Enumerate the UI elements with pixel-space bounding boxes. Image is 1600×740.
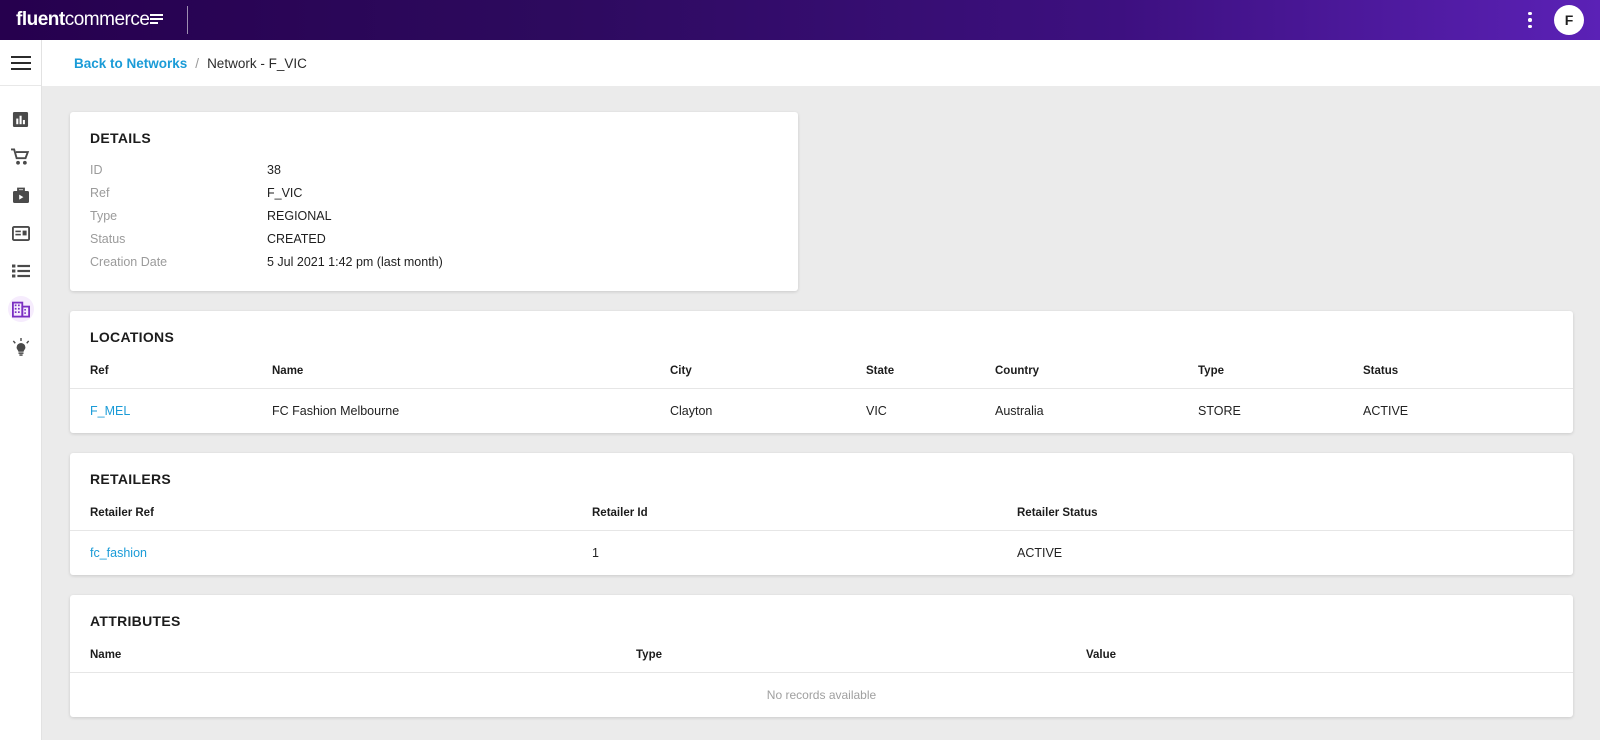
- detail-row: Creation Date 5 Jul 2021 1:42 pm (last m…: [90, 250, 798, 273]
- location-status: ACTIVE: [1363, 404, 1409, 418]
- logo-text: fluentcommerce: [16, 9, 164, 31]
- detail-label: Ref: [90, 185, 110, 200]
- retailer-id: 1: [592, 546, 599, 560]
- retailers-table-header: Retailer Ref Retailer Id Retailer Status: [70, 487, 1573, 531]
- location-city: Clayton: [670, 404, 713, 418]
- retailers-card: RETAILERS Retailer Ref Retailer Id Retai…: [70, 453, 1573, 575]
- detail-row: Status CREATED: [90, 227, 798, 250]
- detail-value: CREATED: [267, 231, 326, 246]
- column-header-retailer-id: Retailer Id: [592, 506, 648, 519]
- sidebar-item-inventory[interactable]: [0, 214, 41, 252]
- sidebar-item-networks[interactable]: [0, 290, 41, 328]
- list-icon: [8, 258, 34, 284]
- avatar-initial: F: [1564, 12, 1574, 28]
- location-type: STORE: [1198, 404, 1241, 418]
- table-row[interactable]: fc_fashion 1 ACTIVE: [70, 531, 1573, 575]
- column-header-state: State: [866, 364, 895, 377]
- breadcrumb-separator: /: [195, 55, 200, 71]
- lightbulb-icon: [8, 334, 34, 360]
- header-actions: F: [1520, 5, 1600, 35]
- detail-label: ID: [90, 162, 103, 177]
- detail-label: Status: [90, 231, 126, 246]
- location-name: FC Fashion Melbourne: [272, 404, 400, 418]
- breadcrumb-back-link[interactable]: Back to Networks: [74, 56, 187, 71]
- retailer-ref-link[interactable]: fc_fashion: [90, 546, 592, 560]
- details-card: DETAILS ID 38 Ref F_VIC Type REGIONAL St…: [70, 112, 798, 291]
- detail-value: 5 Jul 2021 1:42 pm (last month): [267, 254, 443, 269]
- detail-row: ID 38: [90, 158, 798, 181]
- locations-card-title: LOCATIONS: [90, 329, 175, 345]
- locations-card: LOCATIONS Ref Name City State Country Ty…: [70, 311, 1573, 433]
- card-layout-icon: [8, 220, 34, 246]
- sidebar-item-catalogue[interactable]: [0, 252, 41, 290]
- detail-label: Creation Date: [90, 254, 168, 269]
- app-logo[interactable]: fluentcommerce: [0, 0, 164, 40]
- breadcrumb: Back to Networks / Network - F_VIC: [42, 40, 1600, 86]
- column-header-value: Value: [1086, 648, 1117, 661]
- detail-value: REGIONAL: [267, 208, 332, 223]
- sidebar-item-settings[interactable]: [0, 328, 41, 366]
- detail-value: F_VIC: [267, 185, 303, 200]
- logo-text-regular: commerce: [64, 9, 150, 30]
- location-ref-link[interactable]: F_MEL: [90, 404, 272, 418]
- main-content: DETAILS ID 38 Ref F_VIC Type REGIONAL St…: [42, 86, 1600, 740]
- column-header-city: City: [670, 364, 692, 377]
- sidebar-nav: [0, 86, 41, 366]
- column-header-retailer-ref: Retailer Ref: [90, 506, 154, 519]
- detail-label: Type: [90, 208, 118, 223]
- locations-table-header: Ref Name City State Country Type Status: [70, 345, 1573, 389]
- detail-row: Ref F_VIC: [90, 181, 798, 204]
- more-vertical-icon[interactable]: [1520, 9, 1540, 31]
- location-state: VIC: [866, 404, 887, 418]
- hamburger-menu-icon[interactable]: [0, 40, 41, 86]
- sidebar-item-fulfilments[interactable]: [0, 176, 41, 214]
- column-header-retailer-status: Retailer Status: [1017, 506, 1098, 519]
- details-list: ID 38 Ref F_VIC Type REGIONAL Status CRE…: [70, 146, 798, 273]
- reports-chart-icon: [8, 106, 34, 132]
- column-header-name: Name: [272, 364, 304, 377]
- column-header-ref: Ref: [90, 364, 109, 377]
- attributes-table-header: Name Type Value: [70, 629, 1573, 673]
- avatar[interactable]: F: [1554, 5, 1584, 35]
- retailer-status: ACTIVE: [1017, 546, 1063, 560]
- column-header-status: Status: [1363, 364, 1399, 377]
- logo-text-bold: fluent: [16, 9, 65, 30]
- table-row[interactable]: F_MEL FC Fashion Melbourne Clayton VIC A…: [70, 389, 1573, 433]
- attributes-card: ATTRIBUTES Name Type Value No records av…: [70, 595, 1573, 717]
- sidebar: [0, 40, 42, 740]
- attributes-card-title: ATTRIBUTES: [90, 613, 181, 629]
- fluent-bars-mark-icon: [150, 14, 164, 27]
- column-header-name: Name: [90, 648, 122, 661]
- column-header-type: Type: [1198, 364, 1224, 377]
- building-network-icon: [7, 296, 34, 322]
- detail-value: 38: [267, 162, 281, 177]
- retailers-card-title: RETAILERS: [90, 471, 171, 487]
- sidebar-item-reports[interactable]: [0, 100, 41, 138]
- attributes-empty-state: No records available: [766, 688, 877, 702]
- breadcrumb-current-page: Network - F_VIC: [207, 55, 307, 71]
- column-header-country: Country: [995, 364, 1040, 377]
- location-country: Australia: [995, 404, 1044, 418]
- column-header-type: Type: [636, 648, 662, 661]
- shopping-cart-icon: [8, 144, 34, 170]
- sidebar-item-orders[interactable]: [0, 138, 41, 176]
- detail-row: Type REGIONAL: [90, 204, 798, 227]
- top-header-bar: fluentcommerce F: [0, 0, 1600, 40]
- header-divider: [187, 6, 189, 34]
- details-card-title: DETAILS: [90, 130, 151, 146]
- briefcase-media-icon: [8, 182, 34, 208]
